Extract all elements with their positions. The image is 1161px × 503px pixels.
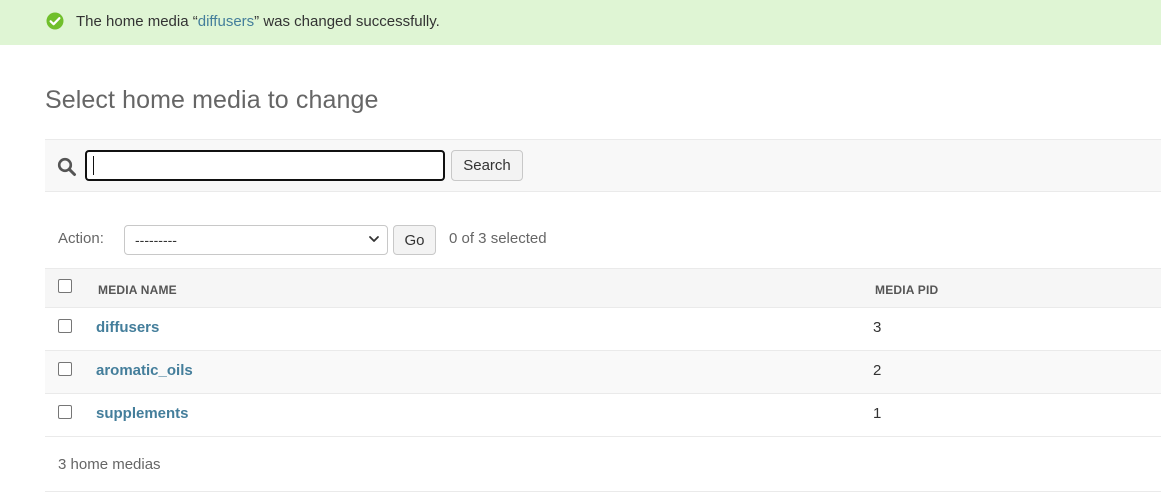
row-checkbox[interactable] [58, 405, 72, 419]
success-message-text: The home media “diffusers” was changed s… [76, 13, 440, 30]
selected-counter: 0 of 3 selected [449, 230, 547, 247]
row-checkbox[interactable] [58, 362, 72, 376]
action-label: Action: [58, 230, 104, 247]
table-header: MEDIA NAME MEDIA PID [45, 268, 1161, 308]
result-count: 3 home medias [58, 456, 161, 473]
action-select[interactable]: --------- [124, 225, 388, 255]
table-row: aromatic_oils 2 [45, 351, 1161, 394]
media-pid: 2 [873, 362, 882, 379]
media-name-link[interactable]: diffusers [96, 319, 159, 336]
select-all-checkbox[interactable] [58, 279, 72, 293]
paginator: 3 home medias [45, 437, 1161, 492]
action-select-value: --------- [135, 232, 177, 248]
go-button[interactable]: Go [393, 225, 436, 255]
success-message: The home media “diffusers” was changed s… [0, 0, 1161, 45]
search-input[interactable] [85, 150, 445, 181]
table-row: supplements 1 [45, 394, 1161, 437]
changed-object-link[interactable]: diffusers [198, 13, 254, 30]
page-title: Select home media to change [45, 86, 379, 114]
media-name-link[interactable]: aromatic_oils [96, 362, 193, 379]
table-row: diffusers 3 [45, 308, 1161, 351]
media-name-link[interactable]: supplements [96, 405, 189, 422]
search-icon [57, 157, 76, 176]
media-pid: 1 [873, 405, 882, 422]
column-header-media-pid[interactable]: MEDIA PID [875, 283, 938, 297]
search-button[interactable]: Search [451, 150, 523, 181]
chevron-down-icon [369, 236, 379, 242]
row-checkbox[interactable] [58, 319, 72, 333]
column-header-media-name[interactable]: MEDIA NAME [98, 283, 177, 297]
search-toolbar: Search [45, 139, 1161, 192]
results-table: MEDIA NAME MEDIA PID diffusers 3 aromati… [45, 268, 1161, 437]
success-check-icon [46, 12, 64, 30]
media-pid: 3 [873, 319, 882, 336]
text-caret [93, 156, 94, 175]
